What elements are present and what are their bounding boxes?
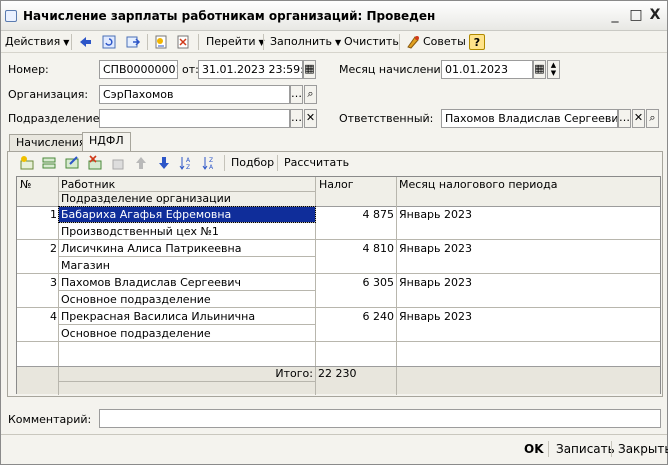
close-button[interactable]: Закрыть <box>618 442 668 456</box>
row-number: 2 <box>50 242 57 255</box>
close-window-button[interactable]: X <box>646 8 664 24</box>
tax-month-cell[interactable]: Январь 2023 <box>399 310 472 324</box>
tax-cell[interactable]: 6 305 <box>316 276 395 290</box>
ndfl-table[interactable]: № Работник Подразделение организации Нал… <box>16 176 661 395</box>
document-icon <box>5 10 17 22</box>
month-spin-button[interactable]: ▲ ▼ <box>547 60 560 79</box>
subdivision-cell[interactable]: Производственный цех №1 <box>61 225 219 239</box>
organization-select-button[interactable]: … <box>290 85 303 104</box>
document-window: Начисление зарплаты работникам организац… <box>0 0 668 465</box>
end-edit-icon <box>112 159 124 170</box>
subdivision-cell[interactable]: Основное подразделение <box>61 327 211 341</box>
unpost-document-icon[interactable] <box>175 34 191 50</box>
employee-cell[interactable]: Лисичкина Алиса Патрикеевна <box>61 242 241 256</box>
tab-accruals[interactable]: Начисления <box>9 134 93 152</box>
tax-cell[interactable]: 4 875 <box>316 208 395 222</box>
tips-icon[interactable] <box>405 34 421 50</box>
subdivision-field[interactable] <box>99 109 290 128</box>
table-footer: Итого: 22 230 <box>17 366 660 395</box>
maximize-button[interactable]: □ <box>627 8 645 24</box>
move-up-icon[interactable] <box>133 155 149 171</box>
back-arrow-icon[interactable] <box>77 34 93 50</box>
organization-label: Организация: <box>8 88 89 101</box>
subdivision-cell[interactable]: Основное подразделение <box>61 293 211 307</box>
subdivision-clear-icon[interactable]: ✕ <box>304 109 317 128</box>
edit-row-icon[interactable] <box>64 155 80 171</box>
accrual-month-label: Месяц начисления: <box>339 63 451 76</box>
employee-cell[interactable]: Бабариха Агафья Ефремовна <box>61 208 231 222</box>
row-number: 3 <box>50 276 57 289</box>
sort-ascending-icon[interactable]: AZ <box>178 155 194 171</box>
tax-month-cell[interactable]: Январь 2023 <box>399 242 472 256</box>
add-row-icon[interactable] <box>19 155 35 171</box>
tips-button[interactable]: Советы <box>423 34 466 50</box>
svg-text:A: A <box>186 157 191 164</box>
month-calendar-icon[interactable]: ▦ <box>533 60 546 79</box>
date-field[interactable]: 31.01.2023 23:59:59 <box>198 60 303 79</box>
column-header-subdivision[interactable]: Подразделение организации <box>61 192 231 205</box>
comment-field[interactable] <box>99 409 661 428</box>
number-label: Номер: <box>8 63 49 76</box>
employee-cell[interactable]: Прекрасная Василиса Ильинична <box>61 310 255 324</box>
window-title: Начисление зарплаты работникам организац… <box>23 9 436 23</box>
from-label: от: <box>182 63 199 76</box>
row-number: 4 <box>50 310 57 323</box>
goto-menu[interactable]: Перейти ▼ <box>206 34 265 50</box>
main-toolbar: Действия ▼ Перейти ▼ Заполнить ▼ Очистить С… <box>1 31 667 53</box>
delete-row-icon[interactable] <box>87 155 103 171</box>
fill-menu[interactable]: Заполнить ▼ <box>270 34 341 50</box>
total-value: 22 230 <box>318 367 357 380</box>
actions-menu[interactable]: Действия ▼ <box>5 34 69 50</box>
minimize-button[interactable]: _ <box>606 8 624 24</box>
tax-month-cell[interactable]: Январь 2023 <box>399 208 472 222</box>
responsible-clear-icon[interactable]: ✕ <box>632 109 645 128</box>
ok-button[interactable]: OK <box>524 442 544 456</box>
row-number: 1 <box>50 208 57 221</box>
total-label: Итого: <box>275 367 313 380</box>
selection-button[interactable]: Подбор <box>231 155 274 171</box>
svg-text:Z: Z <box>186 164 190 171</box>
accrual-month-field[interactable]: 01.01.2023 <box>441 60 533 79</box>
subdivision-select-button[interactable]: … <box>290 109 303 128</box>
calculate-button[interactable]: Рассчитать <box>284 155 349 171</box>
column-header-num[interactable]: № <box>20 178 31 191</box>
write-button[interactable]: Записать <box>556 442 615 456</box>
table-header: № Работник Подразделение организации Нал… <box>17 177 660 207</box>
tax-cell[interactable]: 4 810 <box>316 242 395 256</box>
help-button[interactable]: ? <box>469 34 485 50</box>
svg-text:A: A <box>209 164 214 171</box>
tax-cell[interactable]: 6 240 <box>316 310 395 324</box>
structure-icon[interactable] <box>125 34 141 50</box>
tax-month-cell[interactable]: Январь 2023 <box>399 276 472 290</box>
column-header-employee[interactable]: Работник <box>61 178 115 191</box>
post-document-icon[interactable] <box>153 34 169 50</box>
number-field[interactable]: СПВ00000001 <box>99 60 178 79</box>
refresh-icon[interactable] <box>101 34 117 50</box>
comment-label: Комментарий: <box>8 413 92 426</box>
column-header-tax[interactable]: Налог <box>319 178 354 191</box>
title-bar: Начисление зарплаты работникам организац… <box>1 1 667 31</box>
responsible-field[interactable]: Пахомов Владислав Сергеевич <box>441 109 618 128</box>
copy-row-icon[interactable] <box>41 155 57 171</box>
subdivision-label: Подразделение: <box>8 112 104 125</box>
tab-ndfl[interactable]: НДФЛ <box>82 132 131 152</box>
employee-cell[interactable]: Пахомов Владислав Сергеевич <box>61 276 241 290</box>
svg-text:Z: Z <box>209 157 213 164</box>
clear-button[interactable]: Очистить <box>344 34 399 50</box>
organization-field[interactable]: СэрПахомов <box>99 85 290 104</box>
sort-descending-icon[interactable]: ZA <box>201 155 217 171</box>
responsible-open-icon[interactable]: ⌕ <box>646 109 659 128</box>
move-down-icon[interactable] <box>156 155 172 171</box>
responsible-label: Ответственный: <box>339 112 434 125</box>
subdivision-cell[interactable]: Магазин <box>61 259 110 273</box>
column-header-tax-month[interactable]: Месяц налогового периода <box>399 178 558 191</box>
organization-open-icon[interactable]: ⌕ <box>304 85 317 104</box>
responsible-select-button[interactable]: … <box>618 109 631 128</box>
calendar-icon[interactable]: ▦ <box>303 60 316 79</box>
